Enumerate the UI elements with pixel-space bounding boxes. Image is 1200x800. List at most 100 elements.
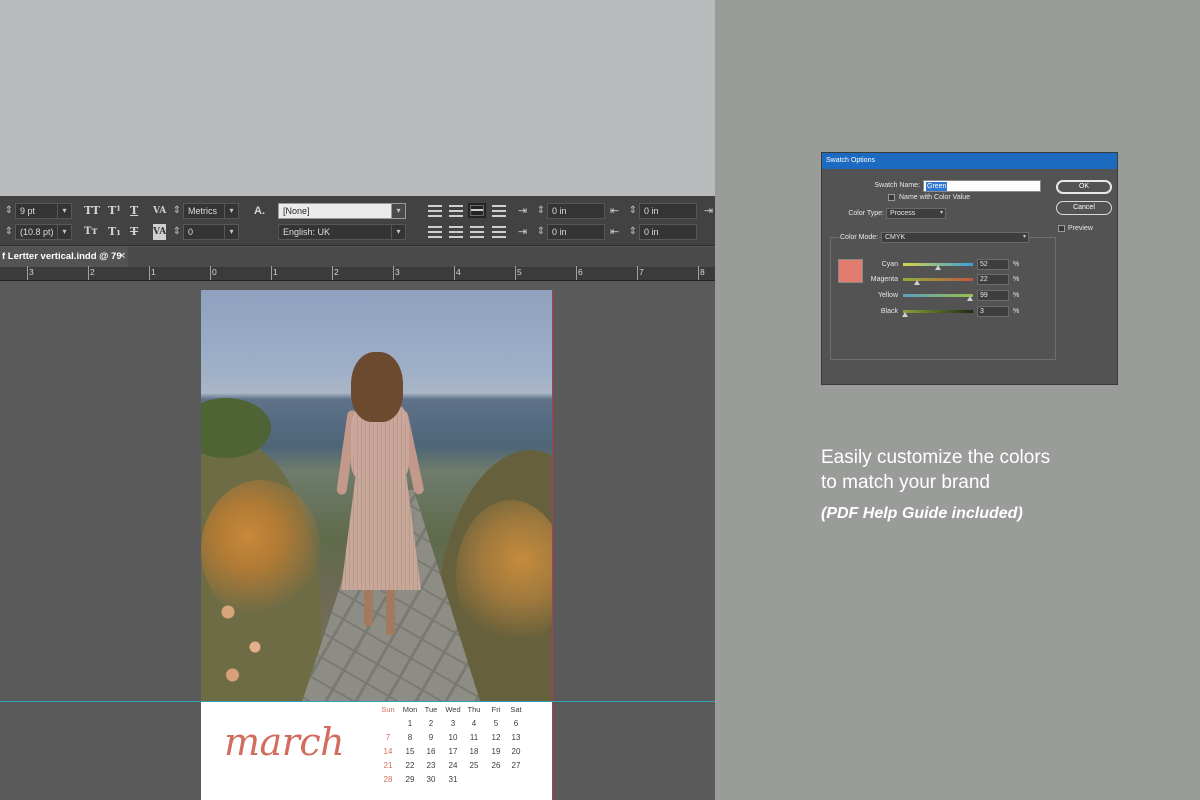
chevron-down-icon[interactable]: ▾: [57, 225, 71, 239]
color-mode-select[interactable]: CMYK ▾: [881, 232, 1029, 243]
ruler-label: 5: [517, 267, 522, 277]
yellow-slider-thumb[interactable]: [967, 296, 973, 301]
swatch-options-dialog: Swatch Options Swatch Name: Green Name w…: [821, 152, 1118, 385]
ruler-label: 6: [578, 267, 583, 277]
language-select[interactable]: English: UK ▾: [278, 224, 406, 240]
justify-left-icon[interactable]: [428, 226, 442, 238]
chevron-down-icon[interactable]: ▾: [391, 225, 405, 239]
black-value-field[interactable]: 3: [977, 306, 1009, 317]
character-style-select[interactable]: [None] ▾: [278, 203, 406, 219]
justify-all-icon[interactable]: [492, 226, 506, 238]
yellow-slider[interactable]: [903, 294, 973, 297]
close-icon[interactable]: ✕: [118, 247, 126, 267]
dialog-title-bar[interactable]: Swatch Options: [822, 153, 1117, 169]
chevron-down-icon[interactable]: ▾: [391, 204, 405, 218]
subscript-icon[interactable]: T₁: [108, 224, 121, 240]
strikethrough-icon[interactable]: T: [130, 224, 138, 240]
ruler-tick: [149, 266, 150, 280]
document-page[interactable]: march Sun Mon Tue Wed Thu Fri Sat 1 2 3 4 5 6 7 8 9 10 11…: [201, 290, 553, 800]
cyan-value-field[interactable]: 52: [977, 259, 1009, 270]
left-indent-field[interactable]: 0 in: [547, 203, 605, 219]
name-with-color-value-checkbox[interactable]: [888, 194, 895, 201]
left-indent-stepper[interactable]: ⇕: [536, 203, 546, 219]
ruler-guide[interactable]: [0, 701, 715, 702]
all-caps-icon[interactable]: TT: [84, 203, 100, 219]
first-line-indent-field[interactable]: 0 in: [547, 224, 605, 240]
dialog-title: Swatch Options: [826, 157, 876, 164]
chevron-down-icon[interactable]: ▾: [224, 204, 238, 218]
font-size-stepper[interactable]: ⇕: [4, 203, 14, 219]
color-type-select[interactable]: Process ▾: [886, 208, 946, 219]
top-gray-area: [0, 0, 715, 196]
character-style-icon: A.: [254, 205, 265, 217]
cover-photo[interactable]: [201, 290, 552, 702]
black-slider[interactable]: [903, 310, 973, 313]
font-size-field[interactable]: 9 pt ▾: [15, 203, 72, 219]
tracking-field[interactable]: 0 ▾: [183, 224, 239, 240]
chevron-down-icon[interactable]: ▾: [224, 225, 238, 239]
calendar-day: 7: [385, 733, 391, 742]
calendar-day: 25: [469, 761, 479, 770]
kerning-icon: VA: [153, 206, 167, 216]
preview-label: Preview: [1068, 225, 1093, 232]
right-indent-stepper[interactable]: ⇕: [628, 203, 638, 219]
first-line-indent-stepper[interactable]: ⇕: [536, 224, 546, 240]
leading-field[interactable]: (10.8 pt) ▾: [15, 224, 72, 240]
leading-value: (10.8 pt): [20, 227, 54, 237]
color-type-label: Color Type:: [848, 210, 884, 217]
horizontal-ruler: 3 2 1 0 1 2 3 4 5 6 7 8: [0, 266, 715, 281]
right-indent-field[interactable]: 0 in: [639, 203, 697, 219]
ruler-tick: [637, 266, 638, 280]
yellow-unit: %: [1013, 292, 1020, 299]
ruler-tick: [393, 266, 394, 280]
superscript-icon[interactable]: T¹: [108, 203, 121, 219]
yellow-value-field[interactable]: 99: [977, 290, 1009, 301]
calendar-day: 5: [493, 719, 499, 728]
cyan-slider-thumb[interactable]: [935, 265, 941, 270]
tracking-stepper[interactable]: ⇕: [172, 224, 182, 240]
black-slider-thumb[interactable]: [902, 312, 908, 317]
align-justify-icon[interactable]: [492, 205, 506, 217]
calendar-weekday-header: Fri: [491, 705, 501, 714]
leading-stepper[interactable]: ⇕: [4, 224, 14, 240]
swatch-name-label: Swatch Name:: [874, 182, 920, 189]
language-value: English: UK: [283, 227, 331, 237]
calendar-block[interactable]: march Sun Mon Tue Wed Thu Fri Sat 1 2 3 4 5 6 7 8 9 10 11…: [201, 702, 552, 800]
document-tab-title: f Lertter vertical.indd @ 79: [2, 251, 122, 262]
justify-center-icon[interactable]: [449, 226, 463, 238]
align-right-icon[interactable]: [468, 203, 486, 218]
calendar-day: 28: [383, 775, 393, 784]
ruler-label: 2: [334, 267, 339, 277]
last-line-indent-field[interactable]: 0 in: [639, 224, 697, 240]
align-center-icon[interactable]: [449, 205, 463, 217]
ruler-tick: [515, 266, 516, 280]
magenta-value-field[interactable]: 22: [977, 274, 1009, 285]
magenta-slider-thumb[interactable]: [914, 280, 920, 285]
ruler-label: 7: [639, 267, 644, 277]
color-type-value: Process: [890, 210, 916, 217]
calendar-weekday-header: Tue: [424, 705, 438, 714]
kerning-field[interactable]: Metrics ▾: [183, 203, 239, 219]
document-tab[interactable]: f Lertter vertical.indd @ 79: [0, 247, 128, 267]
calendar-day: 21: [383, 761, 393, 770]
justify-right-icon[interactable]: [470, 226, 484, 238]
small-caps-icon[interactable]: Tт: [84, 224, 98, 240]
last-line-indent-stepper[interactable]: ⇕: [628, 224, 638, 240]
cancel-button[interactable]: Cancel: [1056, 201, 1112, 215]
underline-icon[interactable]: T: [130, 203, 138, 219]
cyan-value: 52: [980, 261, 988, 268]
last-line-indent-icon: ⇤: [610, 226, 620, 238]
marketing-headline: Easily customize the colors to match you…: [821, 445, 1050, 495]
chevron-down-icon[interactable]: ▾: [57, 204, 71, 218]
ok-button[interactable]: OK: [1056, 180, 1112, 194]
photo-foreground-flowers: [201, 570, 291, 702]
more-options-icon[interactable]: ⇥: [704, 203, 713, 219]
ruler-label: 1: [273, 267, 278, 277]
ruler-label: 3: [395, 267, 400, 277]
align-left-icon[interactable]: [428, 205, 442, 217]
calendar-day: 23: [426, 761, 436, 770]
indesign-window: ⇕ 9 pt ▾ TT T¹ T VA ⇕ Metrics ▾ A. [None…: [0, 0, 715, 800]
preview-checkbox[interactable]: [1058, 225, 1065, 232]
kerning-stepper[interactable]: ⇕: [172, 203, 182, 219]
swatch-name-input[interactable]: Green: [923, 180, 1041, 192]
